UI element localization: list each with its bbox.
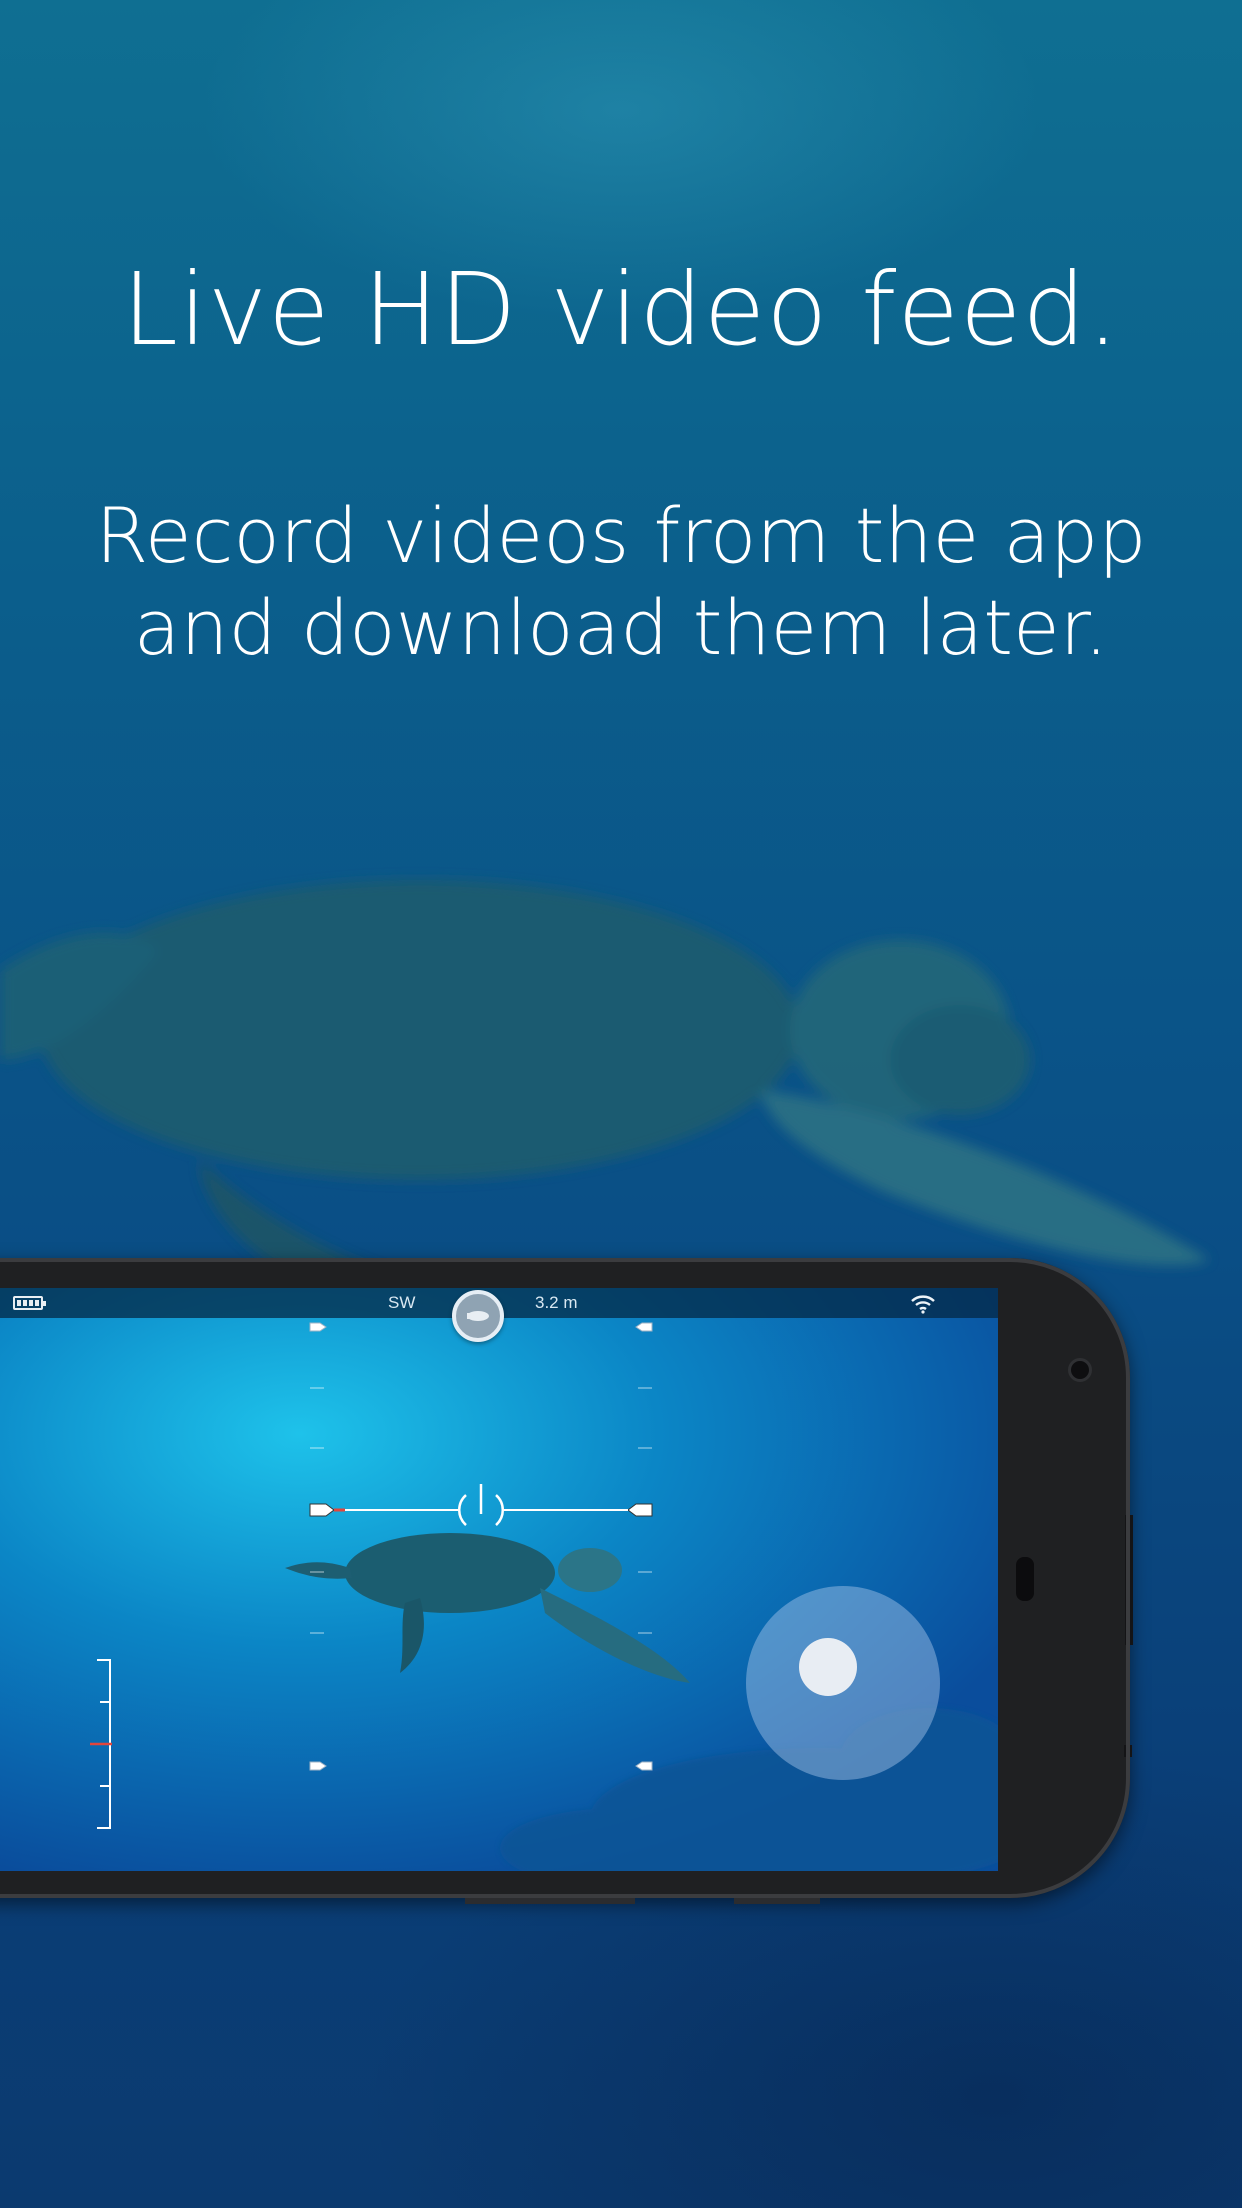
joystick-thumb[interactable] xyxy=(799,1638,857,1696)
page-subtitle: Record videos from the app and download … xyxy=(0,490,1242,674)
app-screen: SW 3.2 m xyxy=(0,1288,998,1871)
attitude-indicator xyxy=(309,1484,653,1526)
depth-gauge xyxy=(90,1659,112,1829)
phone-button-top xyxy=(465,1897,635,1904)
subtitle-line-2: and download them later. xyxy=(133,583,1109,672)
phone-speaker xyxy=(1016,1557,1034,1601)
phone-button-top-2 xyxy=(734,1897,820,1904)
page-title: Live HD video feed. xyxy=(122,251,1120,368)
subtitle-line-1: Record videos from the app xyxy=(95,491,1147,580)
front-camera xyxy=(1068,1358,1092,1382)
phone-side-button xyxy=(1125,1515,1133,1645)
background-turtle-image xyxy=(0,880,1210,1280)
hud-overlay xyxy=(90,1322,653,1829)
phone-side-notch xyxy=(1124,1745,1132,1757)
